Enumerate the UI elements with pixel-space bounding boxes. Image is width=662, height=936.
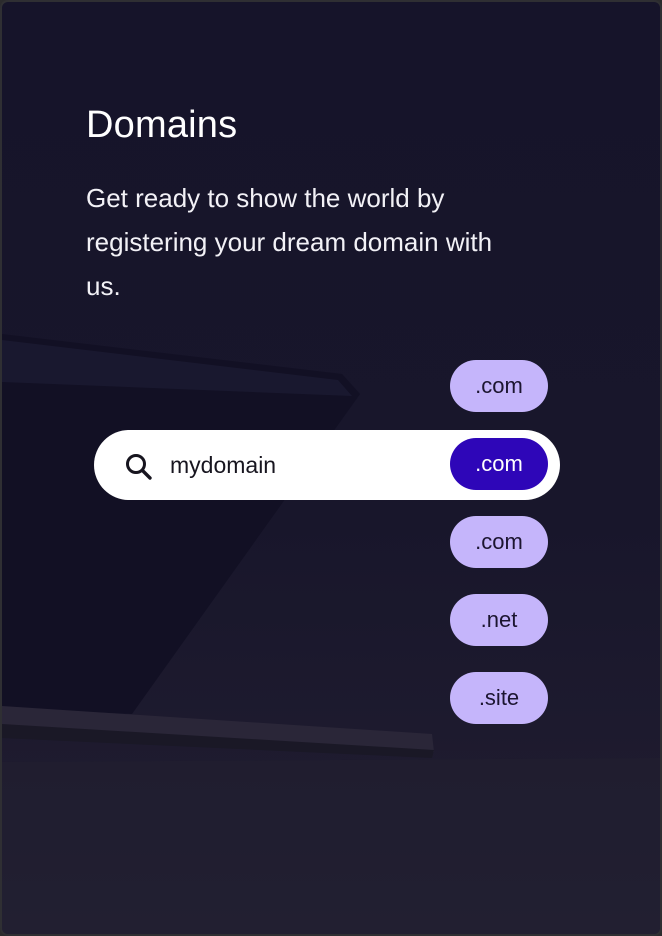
extension-option-com[interactable]: .com	[450, 360, 548, 412]
extension-option-site[interactable]: .site	[450, 672, 548, 724]
domain-search-input[interactable]	[170, 446, 440, 484]
section-title: Domains	[86, 104, 238, 146]
search-icon	[126, 454, 152, 480]
domains-card: Domains Get ready to show the world by r…	[0, 0, 662, 936]
extension-option-net[interactable]: .net	[450, 594, 548, 646]
extension-option-com-selected[interactable]: .com	[450, 438, 548, 490]
extension-option-com[interactable]: .com	[450, 516, 548, 568]
section-description: Get ready to show the world by registeri…	[86, 183, 493, 301]
